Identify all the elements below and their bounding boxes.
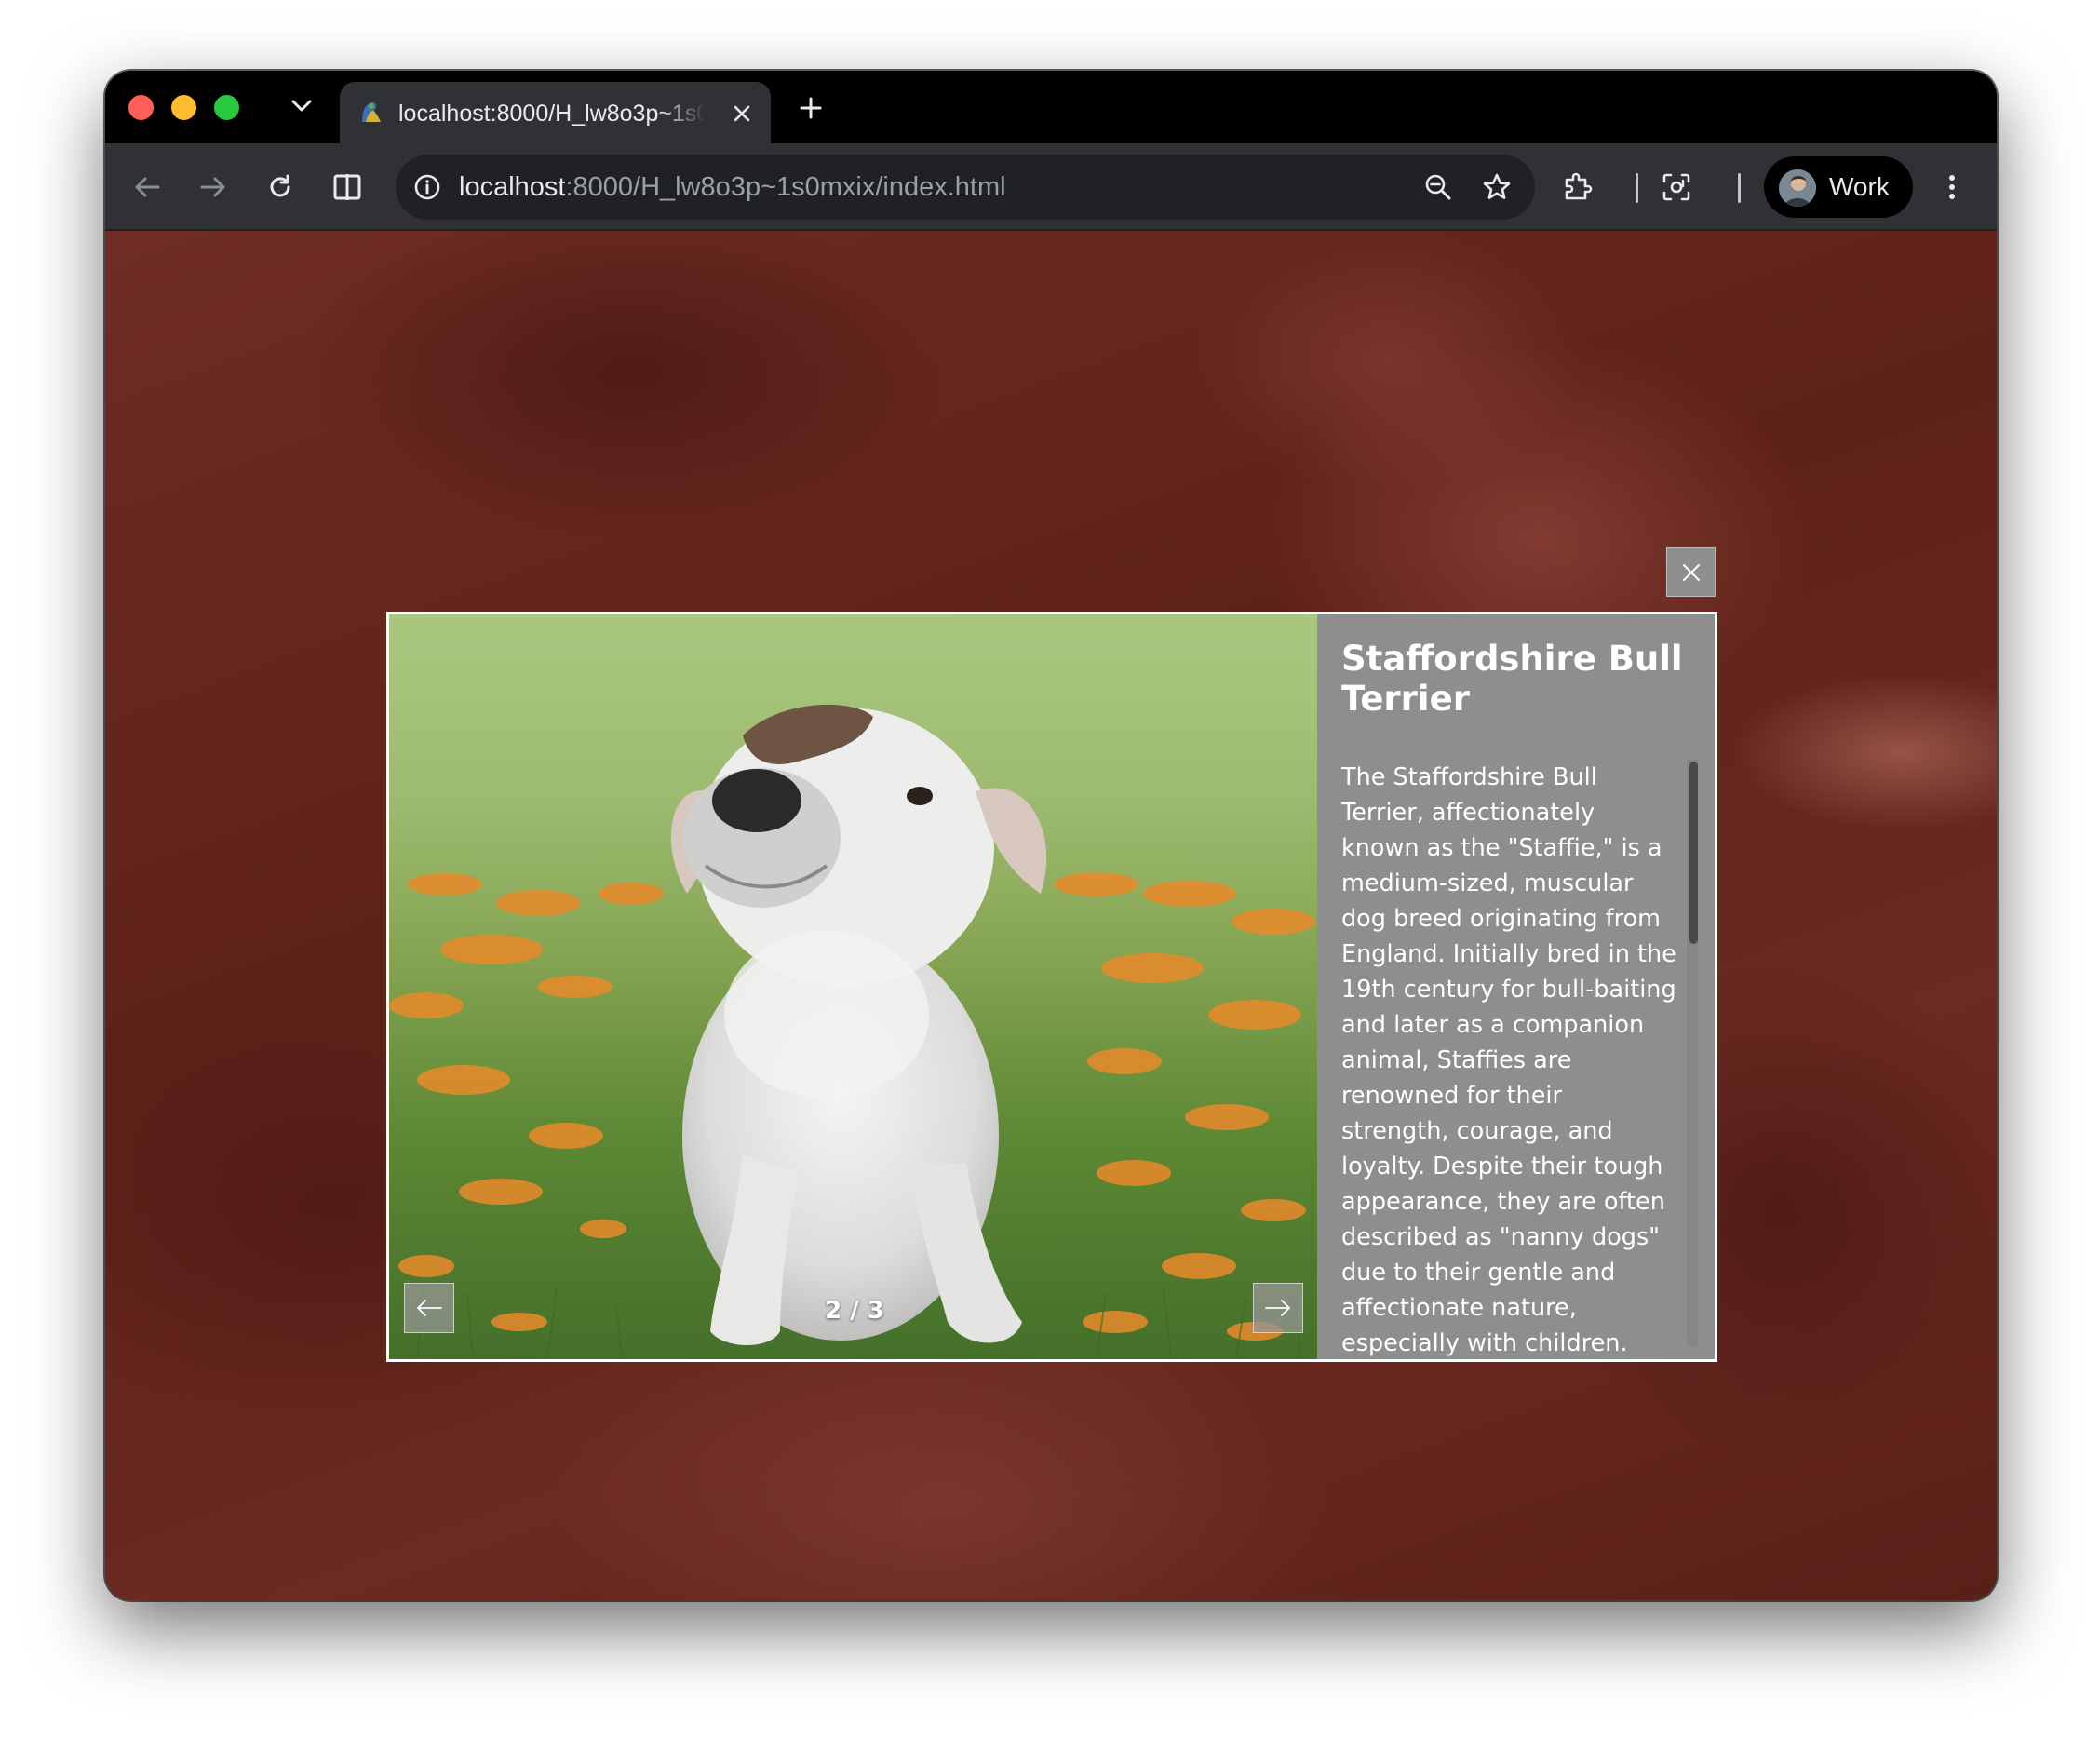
browser-menu-button[interactable] — [1933, 167, 1971, 208]
breed-title: Staffordshire Bull Terrier — [1341, 639, 1683, 719]
back-button[interactable] — [127, 167, 168, 208]
toolbar-divider — [1636, 173, 1638, 203]
close-icon — [1682, 563, 1700, 581]
minimize-window-button[interactable] — [171, 95, 196, 120]
active-tab[interactable]: localhost:8000/H_lw8o3p~1s0mxix/index.ht… — [340, 82, 771, 143]
profile-label: Work — [1829, 172, 1890, 201]
lightbox-close-button[interactable] — [1666, 547, 1716, 597]
zoom-window-button[interactable] — [214, 95, 239, 120]
tab-strip: localhost:8000/H_lw8o3p~1s0mxix/index.ht… — [105, 71, 1997, 143]
toolbar-divider — [1738, 173, 1741, 203]
site-info-icon — [414, 174, 440, 200]
description-scroll-area[interactable]: The Staffordshire Bull Terrier, affectio… — [1341, 760, 1676, 1359]
tab-title: localhost:8000/H_lw8o3p~1s0mxix/index.ht… — [398, 101, 706, 127]
kebab-menu-icon — [1949, 175, 1955, 199]
chevron-down-icon — [291, 100, 312, 112]
zoom-button[interactable] — [1420, 169, 1457, 206]
bookmark-button[interactable] — [1478, 169, 1515, 206]
scrollbar-thumb[interactable] — [1689, 762, 1698, 944]
tab-close-button[interactable] — [728, 100, 756, 128]
site-info-button[interactable] — [411, 170, 444, 204]
avatar-photo-icon — [1779, 169, 1816, 207]
forward-arrow-icon — [200, 177, 225, 197]
screenshot-button[interactable] — [1656, 167, 1697, 208]
avatar — [1779, 169, 1816, 207]
page-viewport: 2 / 3 Staffordshire Bull Terrier The Sta… — [105, 231, 1997, 1600]
dog-photo-image — [389, 614, 1317, 1359]
prev-slide-button[interactable] — [404, 1283, 454, 1333]
profile-button[interactable]: Work — [1764, 156, 1913, 218]
split-view-button[interactable] — [327, 167, 368, 208]
plus-icon — [800, 97, 822, 119]
close-window-button[interactable] — [128, 95, 154, 120]
extensions-button[interactable] — [1557, 167, 1598, 208]
browser-toolbar: localhost:8000/H_lw8o3p~1s0mxix/index.ht… — [105, 143, 1997, 231]
zoom-out-icon — [1425, 174, 1451, 200]
address-bar[interactable]: localhost:8000/H_lw8o3p~1s0mxix/index.ht… — [396, 155, 1535, 220]
breed-description: The Staffordshire Bull Terrier, affectio… — [1341, 763, 1676, 1357]
extensions-puzzle-icon — [1565, 172, 1593, 200]
close-icon — [734, 105, 750, 122]
slide-counter: 2 / 3 — [825, 1297, 884, 1325]
reload-button[interactable] — [260, 167, 301, 208]
tab-search-button[interactable] — [283, 88, 320, 125]
browser-window: localhost:8000/H_lw8o3p~1s0mxix/index.ht… — [105, 71, 1997, 1600]
back-arrow-icon — [135, 177, 160, 197]
url-path: :8000/H_lw8o3p~1s0mxix/index.html — [565, 172, 1006, 202]
url-text[interactable]: localhost:8000/H_lw8o3p~1s0mxix/index.ht… — [459, 170, 1006, 204]
url-host: localhost — [459, 172, 566, 202]
dog-photo: 2 / 3 — [389, 614, 1317, 1359]
next-arrow-icon — [1265, 1300, 1290, 1316]
forward-button[interactable] — [193, 167, 234, 208]
split-view-icon — [333, 174, 361, 200]
next-slide-button[interactable] — [1253, 1283, 1303, 1333]
screenshot-lens-icon — [1662, 173, 1690, 201]
info-pane: Staffordshire Bull Terrier The Staffords… — [1317, 614, 1715, 1359]
bookmark-star-icon — [1483, 173, 1511, 199]
reload-icon — [270, 174, 290, 197]
favicon-icon — [362, 102, 381, 122]
prev-arrow-icon — [417, 1300, 442, 1316]
lightbox-modal: 2 / 3 Staffordshire Bull Terrier The Sta… — [386, 612, 1717, 1362]
new-tab-button[interactable] — [794, 91, 828, 125]
